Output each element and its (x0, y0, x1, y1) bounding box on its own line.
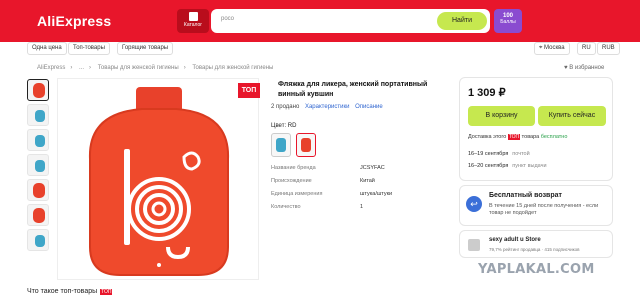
delivery-dates: 16–20 сентября (468, 163, 509, 169)
product-title: Фляжка для ликера, женский портативный в… (278, 81, 428, 98)
color-swatch-selected[interactable] (296, 133, 316, 157)
spec-value: Китай (360, 178, 375, 184)
spec-row: Название бренда JCSYFAC (271, 165, 451, 178)
top-badge: ТОП (100, 289, 113, 295)
top-badge: ТОП (238, 83, 260, 98)
tab-characteristics[interactable]: Характеристики (305, 104, 350, 110)
delivery-dates: 16–19 сентября (468, 151, 509, 157)
spec-value: 1 (360, 204, 364, 210)
search-button[interactable]: Найти (437, 12, 487, 30)
delivery-free: бесплатно (540, 134, 568, 140)
hot-water-bottle-image (88, 87, 230, 276)
delivery-option[interactable]: 16–20 сентября пункт выдачи (468, 163, 547, 169)
product-meta: 2 продано Характеристики Описание (271, 104, 383, 110)
thumbnail[interactable] (27, 104, 49, 126)
return-arrow-icon: ↩ (466, 196, 482, 212)
section-heading-text: Что такое топ-товары (27, 288, 98, 295)
watermark: YAPLAKAL.COM (478, 262, 595, 277)
sold-count: 2 продано (271, 104, 300, 110)
currency-select[interactable]: RUB (597, 42, 620, 55)
return-text: В течение 15 дней после получения - если… (489, 203, 599, 216)
search-input[interactable]: poco (221, 16, 234, 22)
quicklink-one-price[interactable]: Одна цена (27, 42, 67, 55)
delivery-prefix: Доставка этого (468, 134, 507, 140)
thumbnail[interactable] (27, 229, 49, 251)
heart-icon: ♥ (564, 65, 568, 71)
store-icon (468, 239, 480, 251)
breadcrumb-item[interactable]: ... (79, 65, 84, 71)
delivery-top-badge: ТОП (507, 134, 521, 140)
thumbnail[interactable] (27, 79, 49, 101)
buy-box: 1 309 ₽ В корзину Купить сейчас Доставка… (459, 77, 613, 181)
spec-name: Название бренда (271, 165, 316, 171)
thumbnail-list (27, 79, 51, 254)
tab-description[interactable]: Описание (355, 104, 383, 110)
color-swatch[interactable] (271, 133, 291, 157)
product-main-image[interactable] (57, 78, 259, 280)
points-button[interactable]: 100 Баллы (494, 9, 522, 33)
top-header: AliExpress Каталог poco Найти 100 Баллы (0, 0, 640, 42)
region-city-label: Москва (544, 45, 565, 51)
chevron-right-icon: › (89, 65, 92, 71)
language-select[interactable]: RU (577, 42, 596, 55)
store-stats: 79,7% рейтинг продавца · 415 подписчиков (489, 247, 580, 252)
add-to-cart-button[interactable]: В корзину (468, 106, 535, 126)
delivery-method: пункт выдачи (512, 163, 547, 169)
spec-name: Количество (271, 204, 301, 210)
search-bar[interactable]: poco Найти (211, 9, 490, 33)
spec-name: Единица измерения (271, 191, 323, 197)
delivery-info: Доставка этого ТОП товара бесплатно (468, 134, 567, 140)
store-card[interactable]: sexy adult u Store 79,7% рейтинг продавц… (459, 230, 613, 258)
free-return-card[interactable]: ↩ Бесплатный возврат В течение 15 дней п… (459, 185, 613, 226)
spec-value: штука/штуки (360, 191, 393, 197)
breadcrumb-item[interactable]: Товары для женской гигиены (192, 65, 273, 71)
swatch-red-image (301, 138, 311, 152)
delivery-method: почтой (512, 151, 530, 157)
spec-value: JCSYFAC (360, 165, 385, 171)
catalog-icon (188, 12, 198, 21)
delivery-option[interactable]: 16–19 сентября почтой (468, 151, 530, 157)
favorites-button[interactable]: ♥ В избранное (564, 65, 604, 71)
breadcrumb-item[interactable]: AliExpress (37, 65, 65, 71)
spec-name: Происхождение (271, 178, 312, 184)
catalog-button[interactable]: Каталог (177, 9, 209, 33)
region-city[interactable]: ⌖ Москва (534, 42, 570, 55)
chevron-right-icon: › (183, 65, 186, 71)
spec-row: Единица измерения штука/штуки (271, 191, 451, 204)
spec-row: Происхождение Китай (271, 178, 451, 191)
return-title: Бесплатный возврат (489, 192, 562, 199)
thumbnail[interactable] (27, 204, 49, 226)
breadcrumb: AliExpress › ... › Товары для женской гиги… (37, 65, 278, 71)
buy-now-button[interactable]: Купить сейчас (538, 106, 606, 126)
swatch-blue-image (276, 138, 286, 152)
delivery-suffix: товара (521, 134, 540, 140)
quicklink-top-goods[interactable]: Топ-товары (68, 42, 110, 55)
store-name: sexy adult u Store (489, 237, 541, 243)
color-label: Цвет: RD (271, 123, 297, 129)
spec-table: Название бренда JCSYFAC Происхождение Кита… (271, 165, 451, 217)
spec-row: Количество 1 (271, 204, 451, 217)
aliexpress-logo[interactable]: AliExpress (37, 13, 111, 29)
favorites-label: В избранное (569, 65, 605, 71)
catalog-label: Каталог (183, 22, 203, 28)
points-label: Баллы (500, 19, 516, 25)
thumbnail[interactable] (27, 179, 49, 201)
section-heading: Что такое топ-товары ТОП (27, 288, 113, 295)
thumbnail[interactable] (27, 129, 49, 151)
quicklink-hot-goods[interactable]: Горящие товары (117, 42, 174, 55)
breadcrumb-item[interactable]: Товары для женской гигиены (98, 65, 179, 71)
thumbnail[interactable] (27, 154, 49, 176)
price: 1 309 ₽ (468, 87, 506, 99)
chevron-right-icon: › (70, 65, 73, 71)
